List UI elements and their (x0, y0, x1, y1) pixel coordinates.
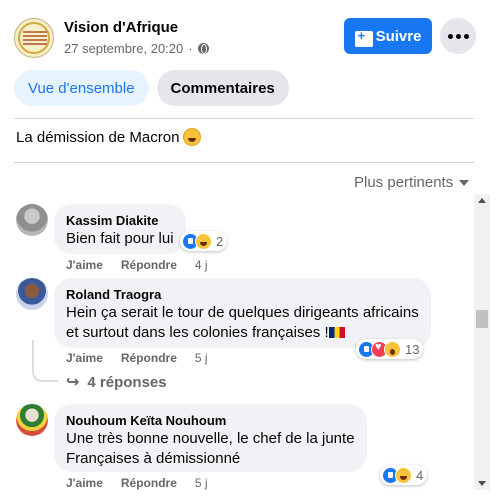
flag-icon (328, 327, 345, 338)
comment-author[interactable]: Nouhoum Keïta Nouhoum (66, 412, 355, 429)
post-meta: 27 septembre, 20:20 · (64, 41, 209, 56)
divider (14, 118, 474, 119)
reaction-summary[interactable]: 13 (356, 339, 424, 359)
tab-overview[interactable]: Vue d'ensemble (14, 70, 149, 106)
reaction-count: 13 (405, 341, 420, 357)
comment-time[interactable]: 5 j (195, 476, 208, 490)
comment-time[interactable]: 4 j (195, 258, 208, 272)
haha-reaction-icon (195, 232, 212, 250)
view-replies-link[interactable]: ↪ 4 réponses (66, 372, 167, 392)
avatar-logo-text (23, 31, 47, 47)
scroll-down-arrow-icon[interactable] (478, 481, 486, 486)
comment-text-line: et surtout dans les colonies françaises … (66, 324, 329, 341)
post-text: La démission de Macron (16, 128, 202, 146)
meta-separator: · (188, 41, 193, 56)
chevron-down-icon (459, 179, 470, 186)
comments-scrollbar[interactable] (474, 194, 490, 490)
follow-button[interactable]: Suivre (344, 18, 432, 54)
comment-bubble: Roland Traogra Hein ça serait le tour de… (54, 278, 431, 348)
reply-action[interactable]: Répondre (121, 351, 177, 365)
avatar[interactable] (16, 278, 48, 310)
comment-sort-dropdown[interactable]: Plus pertinents (354, 174, 470, 191)
reply-thread-line (32, 340, 58, 382)
comment-author[interactable]: Kassim Diakite (66, 212, 174, 229)
follow-icon (354, 28, 373, 47)
post-tabs: Vue d'ensemble Commentaires (14, 70, 289, 106)
page-name[interactable]: Vision d'Afrique (64, 19, 178, 36)
scroll-up-arrow-icon[interactable] (478, 198, 486, 203)
comment-bubble: Kassim Diakite Bien fait pour lui (54, 204, 186, 254)
post-header: Vision d'Afrique 27 septembre, 20:20 · S… (14, 16, 484, 60)
post-text-content: La démission de Macron (16, 128, 180, 146)
comment-time[interactable]: 5 j (195, 351, 208, 365)
reaction-summary[interactable]: 4 (380, 465, 428, 485)
scrollbar-thumb[interactable] (476, 310, 488, 328)
haha-reaction-icon (395, 466, 412, 484)
comment-text: Bien fait pour lui (66, 230, 174, 247)
wow-reaction-icon (384, 340, 401, 358)
comment-text-line: Hein ça serait le tour de quelques dirig… (66, 304, 419, 321)
follow-label: Suivre (375, 27, 422, 45)
more-options-button[interactable] (440, 18, 476, 54)
like-action[interactable]: J'aime (66, 476, 103, 490)
page-avatar[interactable] (14, 18, 54, 58)
replies-label: 4 réponses (87, 373, 167, 391)
comment-actions: J'aime Répondre 4 j (66, 258, 208, 272)
post-date[interactable]: 27 septembre, 20:20 (64, 41, 183, 56)
tab-comments[interactable]: Commentaires (156, 70, 289, 106)
like-action[interactable]: J'aime (66, 351, 103, 365)
comment-bubble: Nouhoum Keïta Nouhoum Une très bonne nou… (54, 404, 367, 472)
sort-label: Plus pertinents (354, 174, 454, 191)
reaction-summary[interactable]: 2 (180, 231, 228, 251)
comment-actions: J'aime Répondre 5 j (66, 476, 208, 490)
reply-action[interactable]: Répondre (121, 476, 177, 490)
more-dots-icon (447, 33, 469, 39)
reply-arrow-icon: ↪ (66, 374, 80, 391)
like-action[interactable]: J'aime (66, 258, 103, 272)
laughing-emoji-icon (183, 128, 202, 146)
avatar[interactable] (16, 404, 48, 436)
reaction-count: 4 (416, 467, 424, 483)
comment-author[interactable]: Roland Traogra (66, 286, 419, 303)
divider (14, 162, 474, 163)
avatar[interactable] (16, 204, 48, 236)
comment-actions: J'aime Répondre 5 j (66, 351, 208, 365)
comment-text-line: Une très bonne nouvelle, le chef de la j… (66, 430, 355, 447)
globe-icon (197, 43, 209, 54)
comment-text-line: Françaises à démissionné (66, 450, 241, 467)
reply-action[interactable]: Répondre (121, 258, 177, 272)
reaction-count: 2 (216, 233, 224, 249)
